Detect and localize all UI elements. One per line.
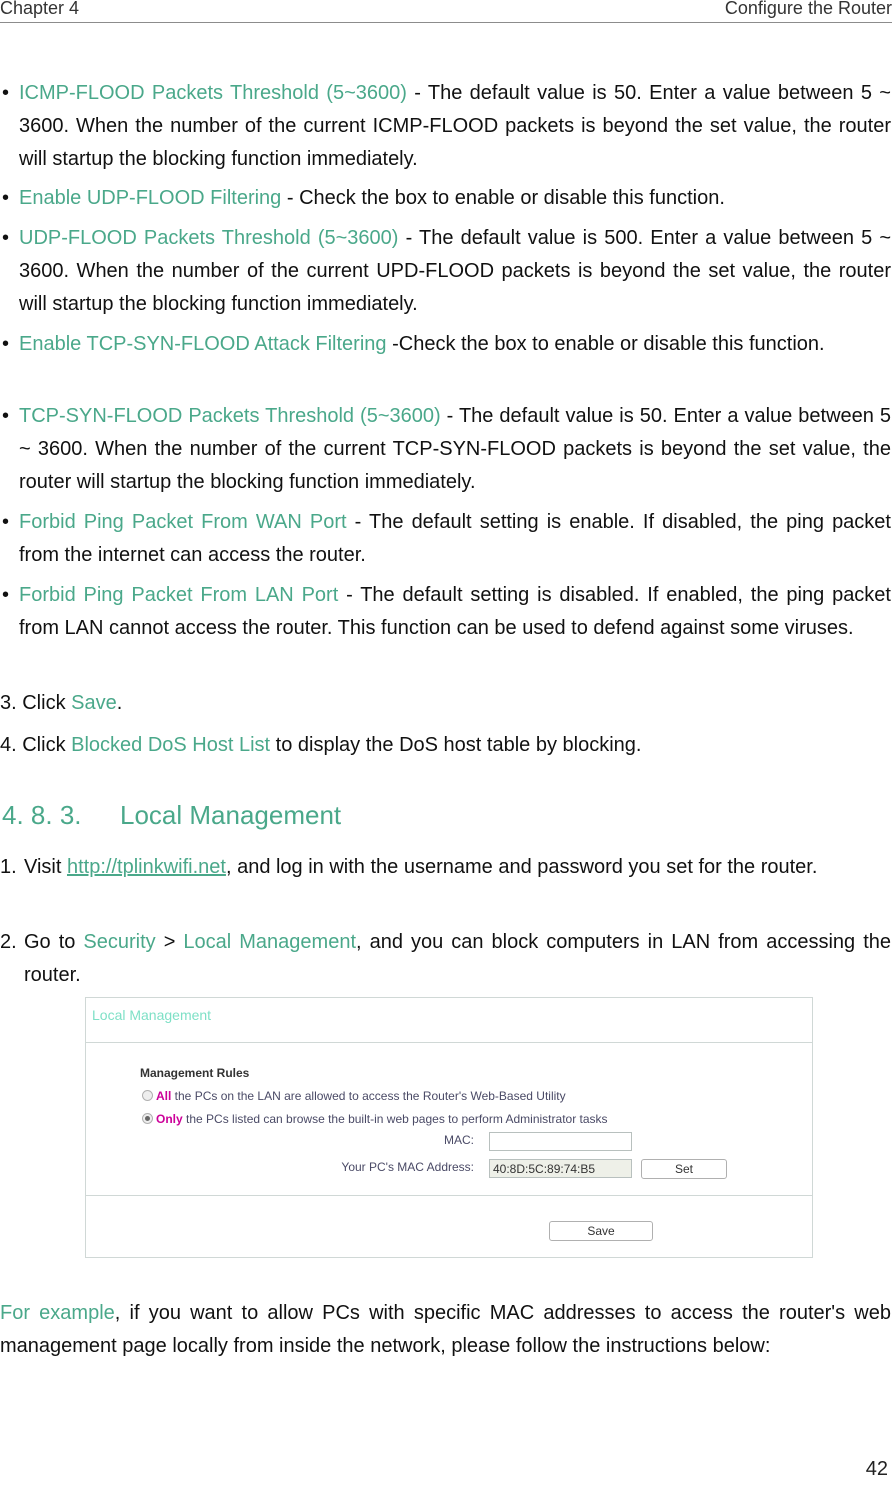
- save-link[interactable]: Save: [71, 692, 117, 714]
- bullet-dot: •: [2, 333, 10, 355]
- bullet-term: Forbid Ping Packet From WAN Port: [19, 511, 347, 533]
- bullet-term: ICMP-FLOOD Packets Threshold (5~3600): [19, 82, 407, 104]
- example-text: , if you want to allow PCs with specific…: [0, 1302, 891, 1357]
- step-number: 2.: [0, 931, 17, 953]
- radio-only-listed-pcs[interactable]: Only the PCs listed can browse the built…: [142, 1112, 608, 1126]
- bullet-item: • ICMP-FLOOD Packets Threshold (5~3600) -…: [2, 77, 891, 176]
- divider: [86, 1195, 812, 1196]
- step-item: 2. Go to Security > Local Management, and…: [0, 926, 891, 992]
- bullet-dot: •: [2, 405, 10, 427]
- bullet-term: UDP-FLOOD Packets Threshold (5~3600): [19, 227, 399, 249]
- save-button[interactable]: Save: [549, 1221, 653, 1241]
- bullet-term: Enable TCP-SYN-FLOOD Attack Filtering: [19, 333, 387, 355]
- local-management-menu-term: Local Management: [183, 931, 357, 953]
- section-title: Local Management: [120, 800, 342, 830]
- radio-emphasis: All: [156, 1089, 172, 1103]
- bullet-text: - Check the box to enable or disable thi…: [281, 187, 725, 209]
- radio-label: the PCs listed can browse the built-in w…: [182, 1112, 608, 1126]
- bullet-item: • Forbid Ping Packet From LAN Port - The …: [2, 579, 891, 645]
- radio-all-pcs[interactable]: All the PCs on the LAN are allowed to ac…: [142, 1089, 566, 1103]
- bullet-term: Forbid Ping Packet From LAN Port: [19, 584, 339, 606]
- bullet-dot: •: [2, 187, 10, 209]
- mac-label: MAC:: [444, 1133, 474, 1147]
- example-term: For example: [0, 1302, 115, 1324]
- radio-button-icon[interactable]: [142, 1090, 153, 1101]
- step-suffix: , and log in with the username and passw…: [225, 856, 818, 878]
- bullet-text: -Check the box to enable or disable this…: [386, 333, 825, 355]
- security-menu-term: Security: [83, 931, 156, 953]
- bullet-dot: •: [2, 82, 10, 104]
- management-rules-label: Management Rules: [140, 1066, 250, 1080]
- bullet-dot: •: [2, 227, 10, 249]
- step-item: 3. Click Save.: [0, 687, 891, 720]
- step-number: 1.: [0, 856, 17, 878]
- page-header: Chapter 4 Configure the Router: [0, 0, 892, 23]
- bullet-item: • Enable TCP-SYN-FLOOD Attack Filtering -…: [2, 328, 891, 361]
- radio-button-selected-icon[interactable]: [142, 1113, 153, 1124]
- blocked-dos-host-list-link[interactable]: Blocked DoS Host List: [71, 734, 270, 756]
- bullet-item: • UDP-FLOOD Packets Threshold (5~3600) - …: [2, 222, 891, 321]
- section-label: Configure the Router: [724, 0, 892, 18]
- page-number: 42: [865, 1458, 888, 1480]
- radio-label: the PCs on the LAN are allowed to access…: [171, 1089, 566, 1103]
- local-management-panel: Local Management Management Rules All th…: [85, 997, 813, 1258]
- pc-mac-address-field: [489, 1159, 632, 1178]
- pc-mac-label: Your PC's MAC Address:: [341, 1160, 474, 1174]
- breadcrumb-separator: >: [155, 931, 184, 953]
- divider: [86, 1042, 812, 1043]
- step-suffix: .: [116, 692, 123, 714]
- chapter-label: Chapter 4: [0, 0, 80, 18]
- section-number: 4. 8. 3.: [2, 800, 82, 830]
- step-prefix: Visit: [24, 856, 67, 878]
- mac-input[interactable]: [489, 1132, 632, 1151]
- step-prefix: 4. Click: [0, 734, 72, 756]
- step-item: 1. Visit http://tplinkwifi.net, and log i…: [0, 851, 891, 884]
- section-heading: 4. 8. 3. Local Management: [2, 800, 341, 831]
- bullet-item: • TCP-SYN-FLOOD Packets Threshold (5~3600…: [2, 400, 891, 499]
- set-button[interactable]: Set: [641, 1159, 727, 1179]
- bullet-term: Enable UDP-FLOOD Filtering: [19, 187, 282, 209]
- step-prefix: Go to: [24, 931, 84, 953]
- bullet-term: TCP-SYN-FLOOD Packets Threshold (5~3600): [19, 405, 441, 427]
- tplinkwifi-link[interactable]: http://tplinkwifi.net: [67, 856, 226, 878]
- example-paragraph: For example, if you want to allow PCs wi…: [0, 1297, 891, 1363]
- step-suffix: to display the DoS host table by blockin…: [270, 734, 642, 756]
- bullet-dot: •: [2, 584, 10, 606]
- bullet-dot: •: [2, 511, 10, 533]
- panel-title: Local Management: [92, 1007, 212, 1023]
- bullet-item: • Enable UDP-FLOOD Filtering - Check the …: [2, 182, 891, 215]
- bullet-item: • Forbid Ping Packet From WAN Port - The …: [2, 506, 891, 572]
- step-item: 4. Click Blocked DoS Host List to displa…: [0, 729, 891, 762]
- step-prefix: 3. Click: [0, 692, 72, 714]
- radio-emphasis: Only: [156, 1112, 183, 1126]
